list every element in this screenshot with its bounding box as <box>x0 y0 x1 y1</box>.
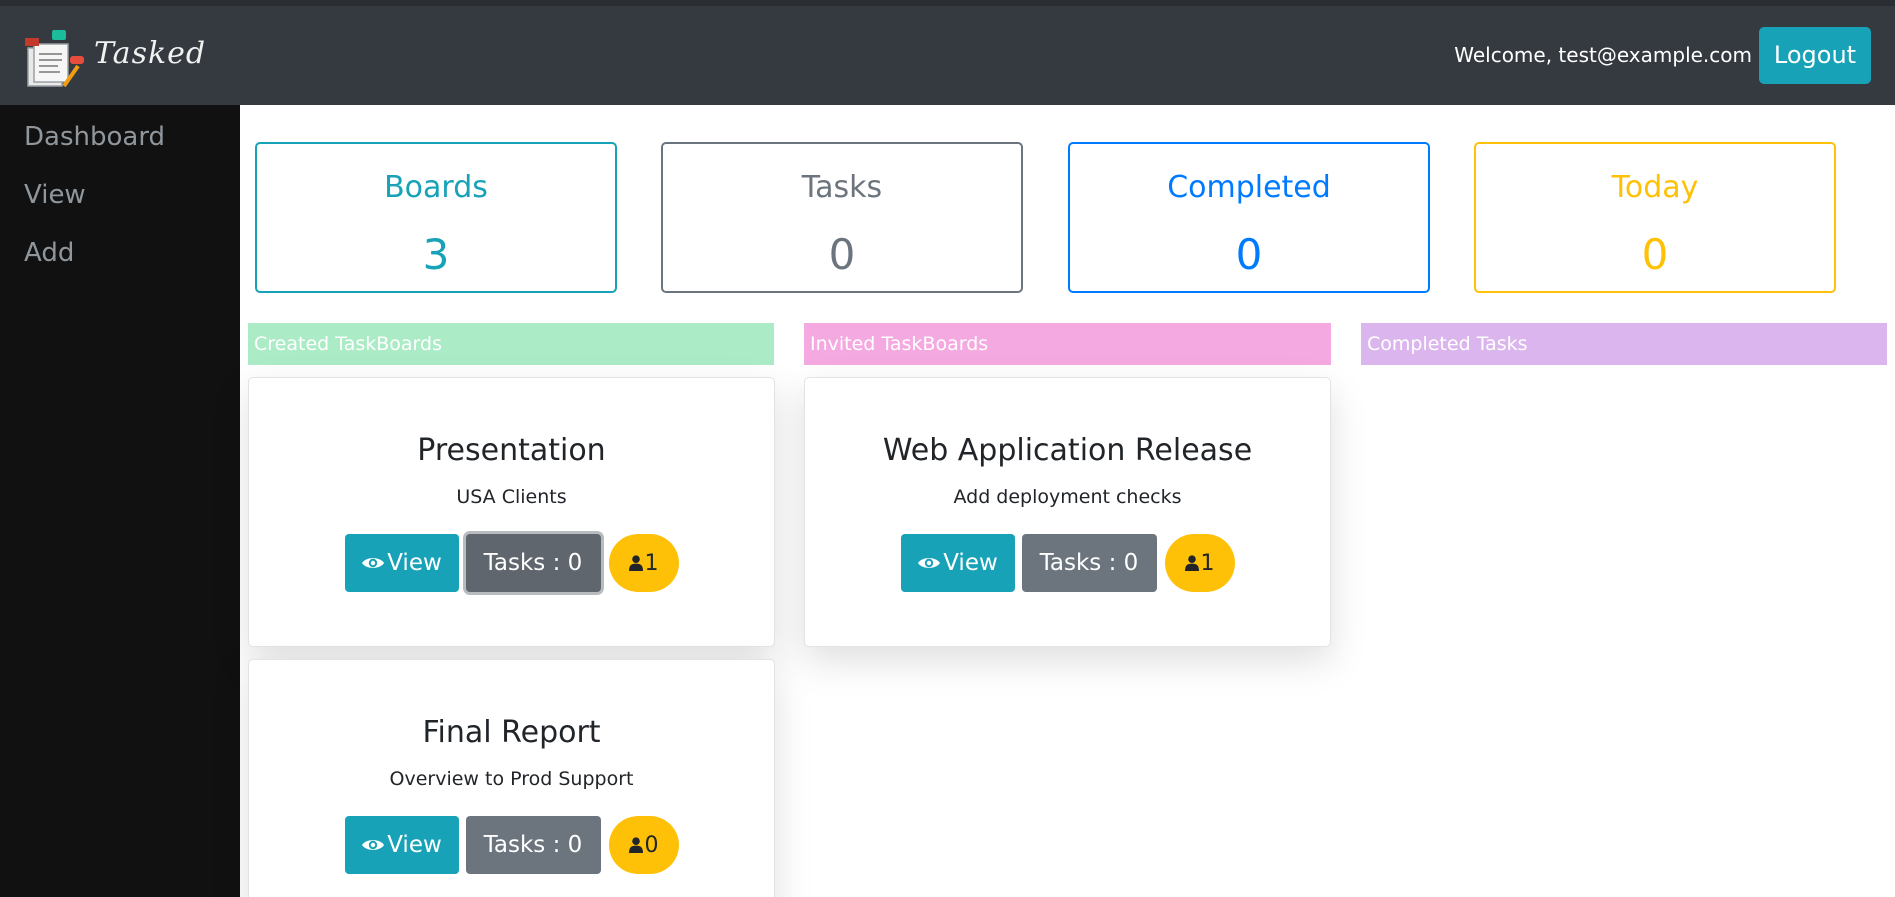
user-icon <box>628 837 643 853</box>
section-completed-tasks: Completed Tasks <box>1361 323 1887 365</box>
stat-value: 0 <box>1641 230 1669 279</box>
tasks-count-button[interactable]: Tasks : 0 <box>465 534 601 592</box>
board-actions: View Tasks : 0 0 <box>249 816 774 874</box>
board-card-web-application-release: Web Application Release Add deployment c… <box>804 377 1331 647</box>
eye-icon <box>362 840 385 850</box>
stat-card-tasks: Tasks 0 <box>661 142 1023 293</box>
user-icon <box>1184 555 1199 571</box>
stat-value: 0 <box>1235 230 1263 279</box>
user-icon <box>628 555 643 571</box>
members-badge[interactable]: 1 <box>608 534 679 592</box>
logout-button[interactable]: Logout <box>1759 27 1871 84</box>
sidebar-item-dashboard[interactable]: Dashboard <box>24 122 165 152</box>
board-title: Web Application Release <box>882 433 1253 468</box>
members-count: 0 <box>644 832 659 858</box>
board-card-final-report: Final Report Overview to Prod Support Vi… <box>248 659 775 897</box>
tasks-count-button[interactable]: Tasks : 0 <box>1021 534 1157 592</box>
sidebar: Dashboard View Add <box>0 105 240 897</box>
stat-card-today: Today 0 <box>1474 142 1836 293</box>
tasks-count-button[interactable]: Tasks : 0 <box>465 816 601 874</box>
board-description: Overview to Prod Support <box>389 768 634 790</box>
stat-label: Completed <box>1167 170 1331 205</box>
stat-label: Boards <box>384 170 488 205</box>
stat-value: 0 <box>828 230 856 279</box>
eye-icon <box>918 558 941 568</box>
members-badge[interactable]: 1 <box>1164 534 1235 592</box>
board-title: Presentation <box>417 433 606 468</box>
stat-label: Today <box>1611 170 1699 205</box>
welcome-text: Welcome, test@example.com <box>1454 43 1752 67</box>
stat-card-boards: Boards 3 <box>255 142 617 293</box>
board-actions: View Tasks : 0 1 <box>805 534 1330 592</box>
board-actions: View Tasks : 0 1 <box>249 534 774 592</box>
view-label: View <box>943 550 998 576</box>
view-board-button[interactable]: View <box>344 534 459 592</box>
section-created-taskboards: Created TaskBoards <box>248 323 774 365</box>
board-title: Final Report <box>422 715 601 750</box>
board-description: USA Clients <box>456 486 567 508</box>
sidebar-item-add[interactable]: Add <box>24 238 74 268</box>
stat-label: Tasks <box>801 170 883 205</box>
notebook-logo-icon <box>25 30 84 88</box>
top-navbar: Tasked Welcome, test@example.com Logout <box>0 6 1895 105</box>
eye-icon <box>362 558 385 568</box>
members-count: 1 <box>644 550 659 576</box>
members-count: 1 <box>1200 550 1215 576</box>
brand-logo[interactable]: Tasked <box>24 28 205 90</box>
view-label: View <box>387 550 442 576</box>
stat-card-completed: Completed 0 <box>1068 142 1430 293</box>
section-invited-taskboards: Invited TaskBoards <box>804 323 1331 365</box>
board-card-presentation: Presentation USA Clients View Tasks : 0 … <box>248 377 775 647</box>
stat-value: 3 <box>422 230 450 279</box>
view-board-button[interactable]: View <box>344 816 459 874</box>
view-label: View <box>387 832 442 858</box>
sidebar-item-view[interactable]: View <box>24 180 86 210</box>
view-board-button[interactable]: View <box>900 534 1015 592</box>
brand-name: Tasked <box>94 36 207 71</box>
members-badge[interactable]: 0 <box>608 816 679 874</box>
board-description: Add deployment checks <box>953 486 1182 508</box>
